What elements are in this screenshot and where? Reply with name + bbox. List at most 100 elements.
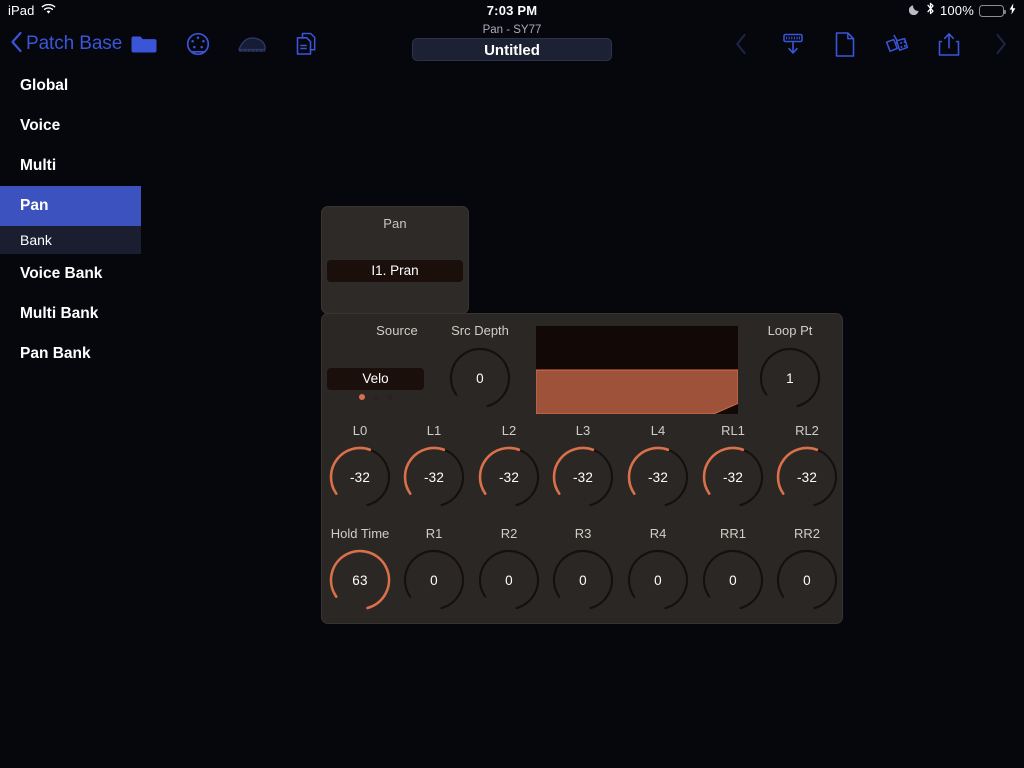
rate-rr1-label: RR1: [719, 526, 746, 541]
rate-rr2-value: 0: [803, 572, 811, 588]
download-to-device-icon[interactable]: [778, 29, 808, 59]
level-l4-knob[interactable]: -32: [622, 441, 694, 513]
midi-din-icon[interactable]: [182, 29, 214, 59]
piano-keyboard-icon[interactable]: [236, 29, 268, 59]
level-l2-value: -32: [498, 469, 520, 485]
level-rl2-value: -32: [796, 469, 818, 485]
sidebar-item-label: Multi Bank: [20, 305, 99, 322]
rate-r2-knob[interactable]: 0: [473, 544, 545, 616]
sidebar-item-label: Multi: [20, 157, 57, 174]
sidebar-item-voice[interactable]: Voice: [0, 106, 141, 146]
level-l1-label: L1: [426, 423, 442, 438]
level-rl2-knob[interactable]: -32: [771, 441, 843, 513]
source-page-dot[interactable]: [386, 394, 393, 400]
sidebar-item-label: Bank: [20, 232, 52, 248]
sidebar-item-label: Pan Bank: [20, 345, 91, 362]
randomize-dice-icon[interactable]: [882, 29, 912, 59]
rate-hold-time-knob[interactable]: 63: [324, 544, 396, 616]
rate-rr2-knob[interactable]: 0: [771, 544, 843, 616]
folder-icon[interactable]: [128, 29, 160, 59]
level-l4-label: L4: [650, 423, 666, 438]
source-page-dots[interactable]: [327, 394, 424, 400]
sidebar: Global Voice Multi Pan Bank Voice Bank Multi B…: [0, 66, 141, 768]
sidebar-item-label: Global: [20, 77, 69, 94]
rate-rr2-label: RR2: [793, 526, 820, 541]
level-l3-label: L3: [575, 423, 591, 438]
back-button[interactable]: Patch Base: [10, 22, 122, 66]
status-bar-clock: 7:03 PM: [486, 3, 538, 18]
chevron-left-icon[interactable]: [726, 29, 756, 59]
level-rl1-value: -32: [722, 469, 744, 485]
rate-r2-value: 0: [505, 572, 513, 588]
rate-r1-label: R1: [425, 526, 443, 541]
level-l0-label: L0: [352, 423, 368, 438]
app-screen: iPad 7:03 PM 100% Patch Base Pan - SY77 …: [0, 0, 1024, 768]
rate-r3-knob[interactable]: 0: [547, 544, 619, 616]
rate-r3-value: 0: [579, 572, 587, 588]
lightning-bolt-icon: [1009, 0, 1016, 22]
chevron-left-icon: [10, 31, 23, 58]
sidebar-item-pan[interactable]: Pan: [0, 186, 141, 226]
source-page-dot[interactable]: [372, 394, 379, 400]
rate-r4-value: 0: [654, 572, 662, 588]
patch-name-field[interactable]: Untitled: [412, 38, 612, 61]
src-depth-knob[interactable]: 0: [444, 342, 516, 414]
bluetooth-icon: [926, 0, 935, 22]
nav-toolbar: Patch Base Pan - SY77 Untitled: [0, 22, 1024, 66]
level-l3-knob[interactable]: -32: [547, 441, 619, 513]
rate-hold-time-label: Hold Time: [330, 526, 390, 541]
chevron-right-icon[interactable]: [986, 29, 1016, 59]
pan-envelope-editor-panel: Source Velo Src Depth 0 Loop Pt 1 L0 -32 L1 -32…: [321, 313, 843, 624]
sidebar-item-multi[interactable]: Multi: [0, 146, 141, 186]
share-icon[interactable]: [934, 29, 964, 59]
rate-hold-time-value: 63: [352, 572, 368, 588]
toolbar-subtitle: Pan - SY77: [482, 24, 542, 36]
level-rl2-label: RL2: [795, 423, 819, 438]
rate-r3-label: R3: [574, 526, 592, 541]
level-l2-label: L2: [501, 423, 517, 438]
toolbar-right-icon-group: [726, 22, 1016, 66]
source-page-dot[interactable]: [358, 394, 365, 400]
rate-r1-knob[interactable]: 0: [398, 544, 470, 616]
level-rl1-knob[interactable]: -32: [697, 441, 769, 513]
loop-pt-label: Loop Pt: [767, 323, 813, 338]
toolbar-left-icon-group: [128, 22, 322, 66]
loop-pt-value: 1: [786, 370, 794, 386]
level-l1-knob[interactable]: -32: [398, 441, 470, 513]
source-field[interactable]: Velo: [327, 368, 424, 390]
sidebar-item-multi-bank[interactable]: Multi Bank: [0, 294, 141, 334]
level-l0-value: -32: [349, 469, 371, 485]
src-depth-label: Src Depth: [451, 323, 509, 338]
back-button-label: Patch Base: [26, 33, 123, 54]
rate-rr1-value: 0: [729, 572, 737, 588]
loop-pt-knob[interactable]: 1: [754, 342, 826, 414]
status-bar: iPad 7:03 PM 100%: [0, 0, 1024, 22]
sidebar-item-pan-bank[interactable]: Pan Bank: [0, 334, 141, 374]
toolbar-title-group: Pan - SY77 Untitled: [362, 22, 662, 61]
battery-percent: 100%: [939, 3, 974, 18]
level-l0-knob[interactable]: -32: [324, 441, 396, 513]
sidebar-item-global[interactable]: Global: [0, 66, 141, 106]
moon-icon: [908, 0, 921, 22]
new-document-icon[interactable]: [830, 29, 860, 59]
level-l4-value: -32: [647, 469, 669, 485]
sidebar-item-bank[interactable]: Bank: [0, 226, 141, 254]
src-depth-value: 0: [476, 370, 484, 386]
pan-preset-field[interactable]: I1. Pran: [327, 260, 463, 282]
rate-r2-label: R2: [500, 526, 518, 541]
rate-r4-label: R4: [649, 526, 667, 541]
sidebar-item-label: Pan: [20, 197, 49, 214]
rate-r4-knob[interactable]: 0: [622, 544, 694, 616]
battery-icon: [979, 5, 1007, 17]
sidebar-item-label: Voice Bank: [20, 265, 103, 282]
status-bar-right: 100%: [908, 0, 1016, 22]
sidebar-item-label: Voice: [20, 117, 61, 134]
sidebar-item-voice-bank[interactable]: Voice Bank: [0, 254, 141, 294]
level-l2-knob[interactable]: -32: [473, 441, 545, 513]
level-l3-value: -32: [572, 469, 594, 485]
copy-documents-icon[interactable]: [290, 29, 322, 59]
rate-r1-value: 0: [430, 572, 438, 588]
level-rl1-label: RL1: [721, 423, 745, 438]
rate-rr1-knob[interactable]: 0: [697, 544, 769, 616]
pan-envelope-display[interactable]: [536, 326, 738, 414]
